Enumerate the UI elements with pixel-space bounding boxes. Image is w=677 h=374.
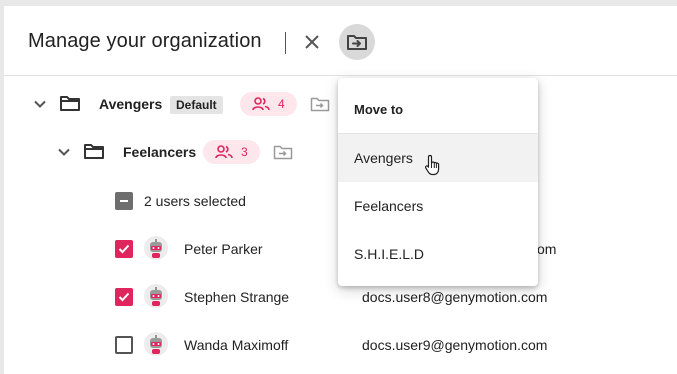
chevron-down-icon[interactable] — [32, 96, 48, 112]
member-count: 4 — [278, 97, 285, 111]
user-email: docs.user8@genymotion.com — [362, 289, 548, 305]
hand-pointer-icon — [424, 154, 440, 176]
move-group-icon[interactable] — [310, 96, 330, 112]
default-badge: Default — [170, 96, 223, 114]
manage-organization-panel: Manage your organization Avengers Defaul… — [4, 6, 677, 374]
close-icon — [305, 35, 319, 49]
menu-item-shield[interactable]: S.H.I.E.L.D — [338, 230, 538, 278]
member-count-pill: 3 — [203, 140, 260, 164]
member-count: 3 — [241, 145, 248, 159]
checkmark-icon — [118, 244, 130, 254]
move-to-button[interactable] — [339, 24, 375, 60]
user-name: Stephen Strange — [184, 289, 290, 305]
robot-avatar-icon — [144, 284, 168, 308]
user-email: om — [537, 241, 557, 257]
user-name: Peter Parker — [184, 241, 263, 257]
indeterminate-icon — [120, 200, 128, 202]
move-group-icon[interactable] — [273, 144, 293, 160]
menu-title: Move to — [354, 102, 404, 117]
chevron-down-icon[interactable] — [56, 144, 72, 160]
user-email: docs.user9@genymotion.com — [362, 337, 548, 353]
users-icon — [252, 97, 270, 111]
header-divider — [285, 32, 286, 54]
close-button[interactable] — [294, 24, 330, 60]
group-name: Avengers — [99, 96, 163, 112]
robot-avatar-icon — [144, 236, 168, 260]
move-to-menu: Move to Avengers Feelancers S.H.I.E.L.D — [338, 78, 538, 286]
group-name: Feelancers — [123, 144, 197, 160]
page-title: Manage your organization — [28, 30, 262, 52]
user-checkbox[interactable] — [115, 288, 133, 306]
robot-avatar-icon — [144, 332, 168, 356]
user-checkbox[interactable] — [115, 240, 133, 258]
folder-icon — [60, 96, 80, 111]
move-to-folder-icon — [347, 35, 367, 50]
selected-count-label: 2 users selected — [144, 193, 246, 209]
member-count-pill: 4 — [240, 92, 297, 116]
menu-item-feelancers[interactable]: Feelancers — [338, 182, 538, 230]
users-icon — [215, 145, 233, 159]
checkmark-icon — [118, 292, 130, 302]
select-all-checkbox[interactable] — [115, 192, 133, 210]
folder-icon — [84, 144, 104, 159]
user-checkbox[interactable] — [115, 336, 133, 354]
header: Manage your organization — [4, 6, 677, 76]
user-row[interactable]: Wanda Maximoff docs.user9@genymotion.com — [4, 320, 677, 368]
user-name: Wanda Maximoff — [184, 337, 289, 353]
